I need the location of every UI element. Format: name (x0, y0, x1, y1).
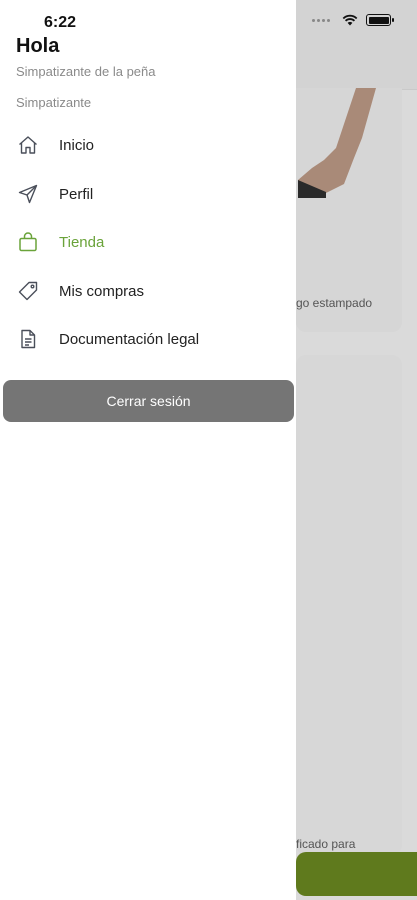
product-card[interactable] (296, 355, 402, 855)
menu-item-label: Mis compras (59, 282, 145, 300)
battery-icon (366, 14, 394, 26)
wifi-icon (342, 14, 358, 26)
menu-item-inicio[interactable]: Inicio (0, 123, 296, 167)
add-to-cart-button[interactable] (296, 852, 417, 896)
menu-item-label: Tienda (59, 233, 105, 251)
document-icon (17, 328, 39, 350)
menu-item-label: Documentación legal (59, 330, 200, 348)
logout-button[interactable]: Cerrar sesión (3, 380, 294, 422)
product-photo-hand (296, 88, 402, 216)
status-icons (312, 14, 394, 26)
background-header (296, 0, 417, 90)
menu-item-label: Inicio (59, 136, 95, 154)
send-icon (17, 183, 39, 205)
product-image (296, 88, 402, 216)
user-role: Simpatizante (16, 95, 92, 110)
menu-item-label: Perfil (59, 185, 94, 203)
product-caption: ficado para (296, 837, 356, 851)
user-subtitle: Simpatizante de la peña (16, 64, 156, 79)
home-icon (17, 134, 39, 156)
product-caption: go estampado (296, 296, 373, 310)
shopping-bag-icon (17, 231, 39, 253)
navigation-drawer: 6:22 Hola Simpatizante de la peña Simpat… (0, 0, 296, 900)
menu-item-tienda[interactable]: Tienda (0, 220, 296, 264)
tag-icon (17, 280, 39, 302)
user-greeting: Hola (16, 35, 60, 57)
menu-item-perfil[interactable]: Perfil (0, 172, 296, 216)
status-time: 6:22 (44, 14, 77, 31)
signal-icon (312, 18, 334, 22)
menu-item-documentacion-legal[interactable]: Documentación legal (0, 317, 296, 361)
menu-item-mis-compras[interactable]: Mis compras (0, 269, 296, 313)
